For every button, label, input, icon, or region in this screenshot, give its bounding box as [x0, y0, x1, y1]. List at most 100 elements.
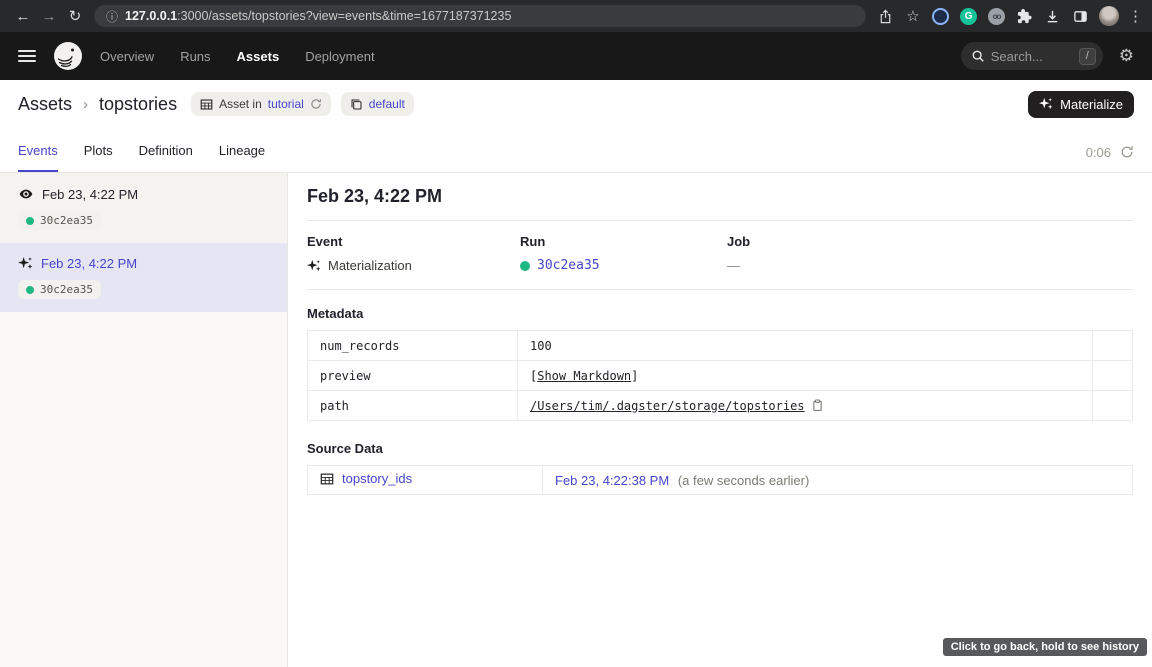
metadata-table: num_records 100 preview [Show Markdown] … [307, 330, 1133, 421]
gear-icon[interactable]: ⚙ [1119, 46, 1134, 66]
tab-definition[interactable]: Definition [139, 128, 193, 172]
page-title: topstories [99, 94, 177, 115]
event-list-item-observation[interactable]: Feb 23, 4:22 PM 30c2ea35 [0, 173, 287, 243]
event-type-value: Materialization [328, 258, 412, 273]
run-id-pill[interactable]: 30c2ea35 [18, 211, 101, 230]
event-column: Event Materialization [307, 234, 520, 273]
browser-chrome: ← → ↻ ⓘ 127.0.0.1:3000/assets/topstories… [0, 0, 1152, 32]
browser-actions: ☆ G oo ⋮ [876, 6, 1142, 26]
run-id: 30c2ea35 [40, 283, 93, 296]
event-detail-panel: Feb 23, 4:22 PM Event Materialization Ru… [288, 173, 1152, 667]
run-id-pill[interactable]: 30c2ea35 [18, 280, 101, 299]
event-timestamp: Feb 23, 4:22 PM [42, 187, 138, 202]
materialization-sparkle-icon [18, 256, 33, 271]
metadata-value: 100 [518, 331, 1093, 361]
page-header: Assets › topstories Asset in tutorial de… [0, 80, 1152, 128]
code-location-label: default [369, 97, 405, 111]
sidebar-panel-icon[interactable] [1071, 7, 1090, 26]
run-id: 30c2ea35 [40, 214, 93, 227]
extension-clock-icon[interactable] [931, 7, 950, 26]
nav-item-assets[interactable]: Assets [237, 49, 280, 64]
global-search[interactable]: / [961, 42, 1103, 70]
search-shortcut-badge: / [1079, 48, 1096, 65]
asset-group-link[interactable]: tutorial [268, 97, 304, 111]
refresh-icon[interactable] [1120, 145, 1134, 159]
event-list-sidebar: Feb 23, 4:22 PM 30c2ea35 Feb 23, 4:22 PM… [0, 173, 288, 667]
url-text[interactable]: 127.0.0.1:3000/assets/topstories?view=ev… [125, 9, 511, 23]
asset-tabs: Events Plots Definition Lineage 0:06 [0, 128, 1152, 173]
path-link[interactable]: /Users/tim/.dagster/storage/topstories [530, 399, 805, 413]
event-label: Event [307, 234, 520, 249]
metadata-extra-cell [1093, 361, 1133, 391]
code-location-badge[interactable]: default [341, 92, 414, 116]
metadata-section-title: Metadata [307, 306, 1133, 321]
copy-clipboard-icon[interactable] [811, 399, 824, 412]
site-info-icon[interactable]: ⓘ [106, 8, 118, 25]
search-icon [971, 49, 985, 63]
table-row: path /Users/tim/.dagster/storage/topstor… [308, 391, 1133, 421]
browser-profile-avatar[interactable] [1099, 6, 1119, 26]
event-list-item-materialization[interactable]: Feb 23, 4:22 PM 30c2ea35 [0, 243, 287, 312]
source-event-time-link[interactable]: Feb 23, 4:22:38 PM [555, 473, 669, 488]
bookmark-star-icon[interactable]: ☆ [904, 7, 922, 25]
metadata-value: [Show Markdown] [518, 361, 1093, 391]
job-label: Job [727, 234, 750, 249]
asset-group-prefix: Asset in [219, 97, 262, 111]
url-path: :3000/assets/topstories?view=events&time… [177, 9, 511, 23]
dagster-logo[interactable] [52, 40, 84, 72]
table-row: topstory_ids Feb 23, 4:22:38 PM (a few s… [308, 466, 1133, 495]
table-grid-icon [200, 98, 213, 111]
url-host: 127.0.0.1 [125, 9, 177, 23]
run-status-dot [520, 261, 530, 271]
event-detail-title: Feb 23, 4:22 PM [307, 186, 1133, 221]
source-asset-cell: topstory_ids [308, 466, 543, 495]
nav-item-overview[interactable]: Overview [100, 49, 154, 64]
run-id-link[interactable]: 30c2ea35 [537, 258, 600, 273]
breadcrumb-separator-icon: › [82, 96, 89, 113]
bracket-close: ] [631, 369, 638, 383]
event-timestamp: Feb 23, 4:22 PM [41, 256, 137, 271]
browser-forward-icon[interactable]: → [36, 8, 62, 25]
app-nav: Overview Runs Assets Deployment / ⚙ [0, 32, 1152, 80]
metadata-extra-cell [1093, 391, 1133, 421]
back-history-tooltip: Click to go back, hold to see history [943, 638, 1147, 656]
table-grid-icon [320, 472, 334, 486]
nav-item-deployment[interactable]: Deployment [305, 49, 374, 64]
materialize-button[interactable]: Materialize [1028, 91, 1134, 118]
table-row: num_records 100 [308, 331, 1133, 361]
refresh-countdown: 0:06 [1086, 145, 1111, 160]
source-data-section-title: Source Data [307, 441, 1133, 456]
browser-back-icon[interactable]: ← [10, 8, 36, 25]
badge-refresh-icon[interactable] [310, 98, 322, 110]
share-icon[interactable] [876, 7, 895, 26]
tab-plots[interactable]: Plots [84, 128, 113, 172]
download-icon[interactable] [1043, 7, 1062, 26]
nav-item-runs[interactable]: Runs [180, 49, 210, 64]
asset-group-badge[interactable]: Asset in tutorial [191, 92, 331, 116]
search-input[interactable] [991, 49, 1063, 64]
breadcrumb-assets-link[interactable]: Assets [18, 94, 72, 115]
run-label: Run [520, 234, 727, 249]
job-column: Job — [727, 234, 750, 273]
grammarly-extension-icon[interactable]: G [959, 7, 978, 26]
tab-lineage[interactable]: Lineage [219, 128, 265, 172]
copy-stack-icon [350, 98, 363, 111]
page-body: Feb 23, 4:22 PM 30c2ea35 Feb 23, 4:22 PM… [0, 173, 1152, 667]
browser-reload-icon[interactable]: ↻ [62, 7, 88, 25]
eye-icon [18, 186, 34, 202]
metadata-key: preview [308, 361, 518, 391]
metadata-value: /Users/tim/.dagster/storage/topstories [518, 391, 1093, 421]
source-asset-link[interactable]: topstory_ids [320, 471, 412, 486]
address-bar[interactable]: ⓘ 127.0.0.1:3000/assets/topstories?view=… [94, 5, 866, 27]
materialize-button-label: Materialize [1060, 97, 1123, 112]
extension-gray-icon[interactable]: oo [987, 7, 1006, 26]
browser-menu-icon[interactable]: ⋮ [1128, 7, 1142, 25]
source-time-cell: Feb 23, 4:22:38 PM (a few seconds earlie… [543, 466, 1133, 495]
tab-events[interactable]: Events [18, 128, 58, 172]
run-column: Run 30c2ea35 [520, 234, 727, 273]
show-markdown-link[interactable]: Show Markdown [537, 369, 631, 383]
hamburger-menu-icon[interactable] [18, 50, 36, 62]
extensions-puzzle-icon[interactable] [1015, 7, 1034, 26]
metadata-key: num_records [308, 331, 518, 361]
job-value: — [727, 258, 750, 273]
